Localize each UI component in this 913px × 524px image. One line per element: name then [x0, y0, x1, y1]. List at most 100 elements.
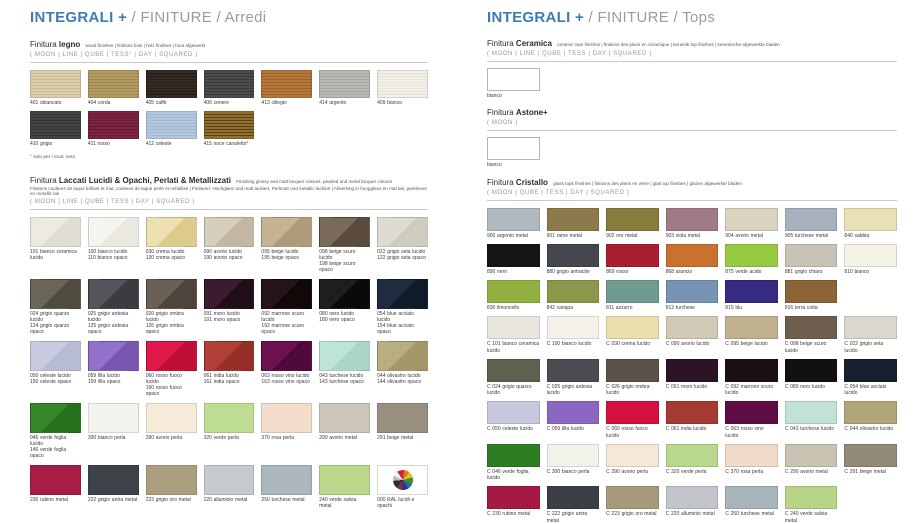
swatch-c-024-grigio-quarzo-lucido: C 024 grigio quarzo lucido — [487, 359, 540, 397]
ral-colour-fan-icon — [389, 466, 417, 494]
swatch-label: 370 rosa perla — [261, 435, 312, 441]
swatch-050-celeste-lucido: 050 celeste lucido150 celeste opaco — [30, 341, 81, 398]
color-sample — [547, 401, 600, 424]
swatch-c-059-lilla-lucido: C 059 lilla lucido — [547, 401, 600, 439]
swatch-label: C 240 verde salvia metal — [785, 511, 838, 524]
section-name: Astone+ — [516, 108, 548, 117]
swatch-label: C 220 alluminio metal — [666, 511, 719, 517]
swatch-label: 842 canapa — [547, 305, 600, 311]
color-sample — [377, 403, 428, 433]
swatch-label: C 250 turchese metal — [725, 511, 778, 517]
color-sample — [547, 208, 600, 231]
swatch-label: bianco — [487, 162, 540, 168]
swatch-label: 414 argento — [319, 100, 370, 106]
color-sample — [146, 217, 197, 247]
swatch-411-rosso: 411 rosso — [88, 111, 139, 147]
color-sample — [666, 359, 719, 382]
swatch-c-054-blue-acciaio-lucido: C 054 blue acciaio lucido — [844, 359, 897, 397]
section-name: Ceramica — [516, 39, 552, 48]
color-sample — [844, 444, 897, 467]
color-sample — [319, 70, 370, 98]
swatch-c-092-marrone-scuro-lucido: C 092 marrone scuro lucido — [725, 359, 778, 397]
swatch-901-rame-metal: 901 rame metal — [547, 208, 600, 239]
section-prefix: Finitura — [30, 176, 57, 185]
color-sample — [261, 465, 312, 495]
color-sample — [606, 401, 659, 424]
color-sample — [261, 217, 312, 247]
swatch-c-026-grigio-ombra-lucido: C 026 grigio ombra lucido — [606, 359, 659, 397]
swatch-409-bianco: 409 bianco — [377, 70, 428, 106]
swatch-063-rosso-vino-lucido: 063 rosso vino lucido163 rosso vino opac… — [261, 341, 312, 398]
section-header: Finitura Cristallo glass tops finishes |… — [487, 178, 897, 201]
swatch-label: 811 azzurro — [606, 305, 659, 311]
color-sample — [30, 403, 81, 433]
page-title-arredi: INTEGRALI + / FINITURE / Arredi — [30, 9, 428, 26]
color-sample — [204, 111, 255, 139]
swatch-095-beige-lucido: 095 beige lucido195 beige opaco — [261, 217, 312, 274]
color-sample — [606, 208, 659, 231]
swatch-label: C 025 grigio ardesia lucido — [547, 384, 600, 397]
swatch-label: C 043 turchese lucido — [785, 426, 838, 432]
swatch-bianco: bianco — [487, 137, 540, 168]
swatch-401-sbiancato: 401 sbiancato — [30, 70, 81, 106]
color-sample — [725, 401, 778, 424]
swatch-label: 050 celeste lucido150 celeste opaco — [30, 373, 81, 386]
swatch-290-avorio-metal: 290 avorio metal — [319, 403, 370, 460]
color-sample — [30, 279, 81, 309]
swatch-223-grigio-oro-metal: 223 grigio oro metal — [146, 465, 197, 510]
swatch-label: 902 oro metal — [606, 233, 659, 239]
swatch-label: 903 viola metal — [666, 233, 719, 239]
color-sample — [666, 208, 719, 231]
swatch-label: 101 bianco ceramica lucido — [30, 249, 81, 262]
swatch-label: 046 verde foglia lucido146 verde foglia … — [30, 435, 81, 460]
swatch-840-sabbia: 840 sabbia — [844, 208, 897, 239]
swatch-406-cenere: 406 cenere — [204, 70, 255, 106]
swatch-label: 026 grigio ombra lucido126 grigio ombra … — [146, 311, 197, 336]
color-sample — [146, 111, 197, 139]
section-header: Finitura Laccati Lucidi & Opachi, Perlat… — [30, 176, 428, 210]
swatch-label: 413 ciliegio — [261, 100, 312, 106]
astone-swatch-grid: bianco — [487, 137, 897, 168]
swatch-label: 812 turchese — [666, 305, 719, 311]
models-list: ( MOON | LINE | QUBE | TESS° | DAY | SQU… — [30, 52, 428, 58]
swatch-240-verde-salvia-metal: 240 verde salvia metal — [319, 465, 370, 510]
swatch-c-223-grigio-oro-metal: C 223 grigio oro metal — [606, 486, 659, 524]
color-sample — [88, 341, 139, 371]
swatch-060-rosso-fuoco-lucido: 060 rosso fuoco lucido160 rosso fuoco op… — [146, 341, 197, 398]
swatch-098-beige-scuro-lucido: 098 beige scuro lucido198 beige scuro op… — [319, 217, 370, 274]
swatch-bianco: bianco — [487, 68, 540, 99]
swatch-label: C 390 avorio perla — [606, 469, 659, 475]
swatch-label: 890 nero — [487, 269, 540, 275]
color-sample — [785, 280, 838, 303]
color-sample — [844, 359, 897, 382]
swatch-414-argento: 414 argento — [319, 70, 370, 106]
swatch-label: C 092 marrone scuro lucido — [725, 384, 778, 397]
color-sample — [261, 403, 312, 433]
section-finitura-cristallo: Finitura Cristallo glass tops finishes |… — [487, 178, 897, 524]
section-finitura-astone: Finitura Astone+ ( MOON ) bianco — [487, 108, 897, 168]
swatch-label: C 024 grigio quarzo lucido — [487, 384, 540, 397]
color-sample — [204, 341, 255, 371]
swatch-label: 095 beige lucido195 beige opaco — [261, 249, 312, 262]
swatch-label: 098 beige scuro lucido198 beige scuro op… — [319, 249, 370, 274]
swatch-label: 220 alluminio metal — [204, 497, 255, 503]
color-sample — [261, 279, 312, 309]
color-sample — [88, 111, 139, 139]
color-sample — [377, 70, 428, 98]
color-sample — [844, 208, 897, 231]
swatch-label: C 320 verde perla — [666, 469, 719, 475]
swatch-label: C 044 olivastro lucido — [844, 426, 897, 432]
swatch-c-095-beige-lucido: C 095 beige lucido — [725, 316, 778, 354]
section-finitura-legno: Finitura legno wood finishes | finitions… — [30, 40, 428, 160]
color-sample — [785, 486, 838, 509]
swatch-250-turchese-metal: 250 turchese metal — [261, 465, 312, 510]
section-prefix: Finitura — [487, 108, 514, 117]
swatch-label: 404 corda — [88, 100, 139, 106]
swatch-label: C 022 grigio seta lucido — [844, 341, 897, 354]
swatch-842-canapa: 842 canapa — [547, 280, 600, 311]
swatch-404-corda: 404 corda — [88, 70, 139, 106]
swatch-415-noce-canaletto: 415 noce canaletto° — [204, 111, 255, 147]
color-sample — [547, 316, 600, 339]
swatch-812-turchese: 812 turchese — [666, 280, 719, 311]
swatch-label: 810 bianco — [844, 269, 897, 275]
